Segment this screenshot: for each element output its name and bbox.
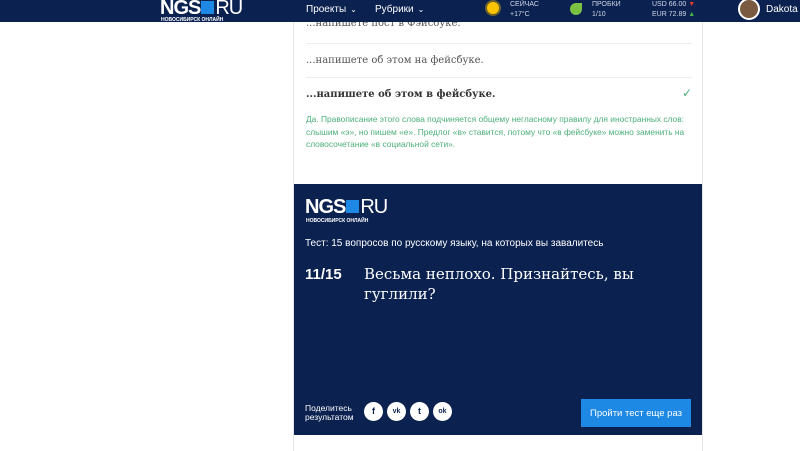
site-logo[interactable]: NGS RU НОВОСИБИРСК ОНЛАЙН [160,0,243,23]
logo-suffix: RU [360,196,388,218]
eur-rate: EUR 72.89 [652,11,687,18]
answer-option[interactable]: ...напишете об этом на фейсбуке. [306,44,692,78]
chevron-down-icon: ⌄ [417,5,425,14]
odnoklassniki-icon[interactable]: ok [433,402,452,421]
chevron-down-icon: ⌄ [350,5,357,14]
traffic-label: ПРОБКИ [592,1,621,8]
facebook-icon[interactable]: f [364,402,383,421]
answer-explanation: Да. Правописание этого слова подчиняется… [306,114,685,149]
traffic-icon [570,3,582,15]
top-header: NGS RU НОВОСИБИРСК ОНЛАЙН Проекты ⌄ Рубрики… [0,0,800,23]
retry-quiz-button[interactable]: Пройти тест еще раз [581,399,691,427]
option-text: ...напишете об этом на фейсбуке. [306,55,484,66]
nav-rubrics[interactable]: Рубрики ⌄ [375,4,424,15]
down-arrow-icon: ▼ [688,1,696,8]
logo-text: NGS [305,196,346,218]
result-panel: NGS RU НОВОСИБИРСК ОНЛАЙН Тест: 15 вопросо… [294,184,702,435]
twitter-icon[interactable]: t [410,402,429,421]
check-icon: ✓ [682,86,693,100]
avatar[interactable] [738,0,760,20]
weather-widget[interactable]: СЕЙЧАС +17°C [510,0,539,20]
nav-label: Рубрики [375,4,414,15]
answer-option-selected[interactable]: ...напишете об этом в фейсбуке. [306,78,692,112]
username[interactable]: Dakota [766,4,798,15]
traffic-widget[interactable]: ПРОБКИ 1/10 [592,0,621,20]
quiz-title: Тест: 15 вопросов по русскому языку, на … [305,238,604,249]
logo-subtitle: НОВОСИБИРСК ОНЛАЙН [306,218,369,224]
logo-square [201,1,215,14]
weather-value: +17°C [510,11,530,18]
nav-label: Проекты [306,4,347,15]
sun-icon [487,2,499,14]
share-label: Поделитесь результатом [305,403,354,422]
up-arrow-icon: ▲ [688,11,696,18]
result-logo: NGS RU НОВОСИБИРСК ОНЛАЙН [305,196,388,224]
result-verdict: Весьма неплохо. Признайтесь, вы гуглили? [364,265,634,303]
currency-widget[interactable]: USD 66.00 ▼ EUR 72.89 ▲ [652,0,695,20]
logo-square [346,200,360,213]
vk-icon[interactable]: vk [387,402,406,421]
logo-subtitle: НОВОСИБИРСК ОНЛАЙН [161,17,224,23]
usd-rate: USD 66.00 [652,1,687,8]
result-score: 11/15 [305,266,342,283]
weather-label: СЕЙЧАС [510,1,539,8]
quiz-card: ...напишете пост в Фэйсбуке. ...напишете… [293,0,703,451]
traffic-value: 1/10 [592,11,606,18]
nav-projects[interactable]: Проекты ⌄ [306,4,357,15]
option-text: ...напишете об этом в фейсбуке. [306,89,496,100]
